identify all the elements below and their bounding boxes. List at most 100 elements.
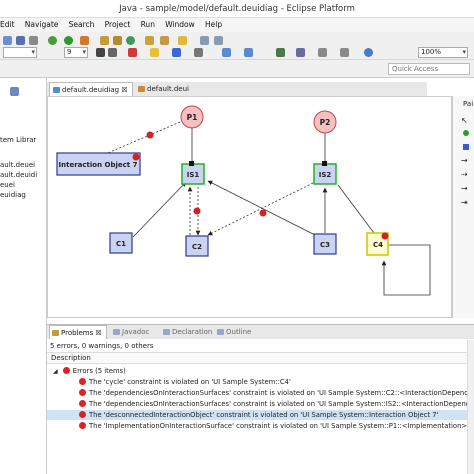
- tab-label: Outline: [226, 328, 252, 336]
- edge-is2-c4[interactable]: [337, 184, 375, 234]
- menu-project[interactable]: Project: [101, 18, 135, 32]
- annotation-icon[interactable]: [178, 36, 187, 45]
- run-icon[interactable]: [64, 36, 73, 45]
- debug-icon[interactable]: [48, 36, 57, 45]
- problems-icon: [52, 330, 59, 336]
- menu-help[interactable]: Help: [201, 18, 226, 32]
- fill-color-icon[interactable]: [150, 48, 159, 57]
- tree-item-item-library[interactable]: tem Librar: [0, 136, 36, 144]
- tree-item-deuei[interactable]: ault.deuei: [0, 161, 35, 169]
- forward-icon[interactable]: [214, 36, 223, 45]
- edge-p1-io7[interactable]: [102, 121, 181, 156]
- error-marker-icon: [381, 232, 389, 240]
- tab-label: Declaration: [172, 328, 213, 336]
- tab-outline[interactable]: Outline: [215, 325, 259, 339]
- tab-default-deui[interactable]: default.deui: [135, 82, 195, 96]
- problems-summary: 5 errors, 0 warnings, 0 others: [50, 342, 154, 350]
- palette-node-icon[interactable]: [463, 130, 469, 136]
- line-style-icon[interactable]: [194, 48, 203, 57]
- problem-row[interactable]: The 'cycle' constraint is violated on 'U…: [47, 377, 474, 387]
- tab-javadoc[interactable]: Javadoc: [111, 325, 159, 339]
- search-icon[interactable]: [160, 36, 169, 45]
- new-java-project-icon[interactable]: [100, 36, 109, 45]
- problem-text: The 'dependenciesOnInteractionSurfaces' …: [89, 400, 474, 408]
- palette-square-icon[interactable]: [463, 144, 469, 150]
- problem-row[interactable]: The 'ImplementationOnInteractionSurface'…: [47, 421, 474, 431]
- error-icon: [79, 378, 86, 385]
- problem-text: The 'cycle' constraint is violated on 'U…: [89, 378, 291, 386]
- italic-icon[interactable]: [108, 48, 117, 57]
- new-class-icon[interactable]: [126, 36, 135, 45]
- palette-implementation-icon[interactable]: →: [461, 184, 468, 193]
- tree-item-deuei-2[interactable]: euei: [0, 181, 15, 189]
- font-family-select[interactable]: [3, 47, 37, 58]
- palette-link-icon[interactable]: ⇥: [461, 198, 468, 207]
- menu-edit[interactable]: Edit: [0, 18, 19, 32]
- errors-group[interactable]: ◢ Errors (5 items): [47, 366, 474, 376]
- node-p2-label: P2: [320, 118, 331, 127]
- group-label: Errors (5 items): [72, 367, 126, 375]
- quick-access-input[interactable]: Quick Access: [388, 63, 470, 75]
- diagram-canvas[interactable]: P1 P2 Interaction Object 7 IS1 IS2 C1 C2…: [47, 96, 452, 318]
- new-package-icon[interactable]: [113, 36, 122, 45]
- palette-dependency-icon[interactable]: ⇢: [461, 170, 468, 179]
- edge-c1-is1[interactable]: [132, 181, 187, 238]
- tab-default-deuidiag[interactable]: default.deuidiag ☒: [49, 82, 133, 96]
- problems-view: Problems ☒ Javadoc Declaration Outline 5…: [47, 324, 474, 474]
- line-color-icon[interactable]: [172, 48, 181, 57]
- align-icon[interactable]: [244, 48, 253, 57]
- tab-problems[interactable]: Problems ☒: [49, 325, 107, 339]
- menu-bar: Edit Navigate Search Project Run Window …: [0, 18, 474, 32]
- palette-arrow-icon[interactable]: →: [461, 156, 468, 165]
- quick-access-bar: Quick Access: [0, 60, 474, 78]
- problem-row[interactable]: The 'dependenciesOnInteractionSurfaces' …: [47, 399, 474, 409]
- menu-search[interactable]: Search: [65, 18, 99, 32]
- grid-icon[interactable]: [276, 48, 285, 57]
- save-icon[interactable]: [16, 36, 25, 45]
- tree-item-deuidiag[interactable]: ault.deuidi: [0, 171, 37, 179]
- explorer-toolbar-icon[interactable]: [10, 87, 19, 96]
- node-io7-label: Interaction Object 7: [59, 161, 138, 169]
- edge-is2-c2[interactable]: [207, 182, 314, 236]
- column-header-description[interactable]: Description: [47, 352, 474, 364]
- zoom-select[interactable]: 100%: [418, 47, 468, 58]
- diagram-file-icon: [53, 87, 60, 93]
- layers-icon[interactable]: [296, 48, 305, 57]
- vertical-scrollbar[interactable]: [467, 340, 474, 474]
- palette-select-icon[interactable]: ↖: [461, 116, 468, 125]
- tree-item-deuidiag-2[interactable]: euidiag: [0, 191, 26, 199]
- external-tools-icon[interactable]: [80, 36, 89, 45]
- edge-c3-is1[interactable]: [207, 180, 316, 236]
- zoom-icon[interactable]: [364, 48, 373, 57]
- tab-declaration[interactable]: Declaration: [161, 325, 213, 339]
- collapse-icon[interactable]: ◢: [53, 368, 58, 375]
- arrange-icon[interactable]: [222, 48, 231, 57]
- palette-label: Pai: [463, 100, 474, 108]
- bold-icon[interactable]: [96, 48, 105, 57]
- port-marker: [189, 161, 194, 166]
- node-is1-label: IS1: [187, 171, 200, 179]
- problem-row-selected[interactable]: The 'desconnectedInteractionObject' cons…: [47, 410, 474, 420]
- auto-size-icon[interactable]: [318, 48, 327, 57]
- menu-run[interactable]: Run: [137, 18, 159, 32]
- menu-window[interactable]: Window: [161, 18, 199, 32]
- open-type-icon[interactable]: [145, 36, 154, 45]
- new-icon[interactable]: [3, 36, 12, 45]
- port-marker: [322, 161, 327, 166]
- edge-c4-self[interactable]: [381, 244, 431, 296]
- back-icon[interactable]: [200, 36, 209, 45]
- problem-row[interactable]: The 'dependenciesOnInteractionSurfaces' …: [47, 388, 474, 398]
- error-icon: [79, 389, 86, 396]
- menu-navigate[interactable]: Navigate: [21, 18, 63, 32]
- filter-icon[interactable]: [340, 48, 349, 57]
- error-icon: [79, 411, 86, 418]
- model-file-icon: [138, 86, 145, 92]
- bottom-tabs: Problems ☒ Javadoc Declaration Outline: [47, 325, 474, 339]
- font-size-select[interactable]: 9: [64, 47, 88, 58]
- error-marker-icon: [193, 207, 201, 215]
- print-icon[interactable]: [29, 36, 38, 45]
- font-color-icon[interactable]: [128, 48, 137, 57]
- javadoc-icon: [113, 329, 120, 335]
- tab-label: default.deui: [147, 85, 189, 93]
- tab-label: Javadoc: [122, 328, 150, 336]
